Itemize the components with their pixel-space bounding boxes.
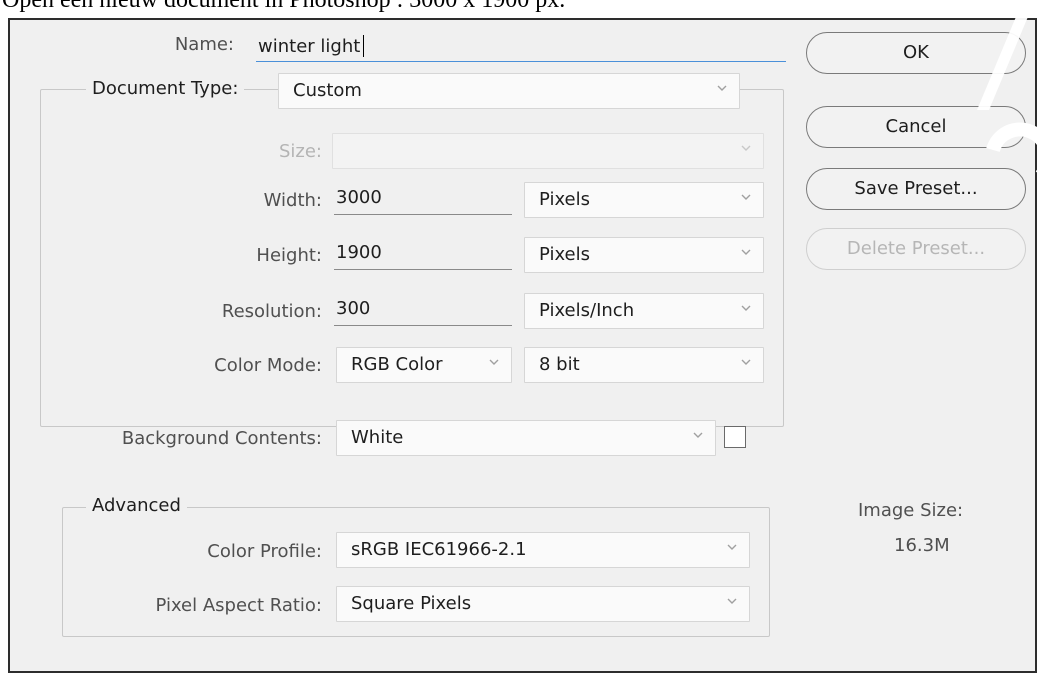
background-contents-label: Background Contents: xyxy=(121,428,322,449)
chevron-down-icon xyxy=(715,81,729,95)
chevron-down-icon xyxy=(739,355,753,369)
watermark-graphic xyxy=(953,0,1043,175)
width-unit-dropdown[interactable]: Pixels xyxy=(524,182,764,218)
name-label: Name: xyxy=(174,34,234,55)
chevron-down-icon xyxy=(487,355,501,369)
color-profile-value: sRGB IEC61966-2.1 xyxy=(351,539,527,560)
color-mode-label: Color Mode: xyxy=(214,355,322,376)
pixel-aspect-ratio-value: Square Pixels xyxy=(351,593,472,614)
resolution-label: Resolution: xyxy=(221,301,322,322)
size-dropdown[interactable] xyxy=(332,133,764,169)
height-unit-value: Pixels xyxy=(539,244,591,265)
width-unit-value: Pixels xyxy=(539,189,591,210)
chevron-down-icon xyxy=(725,540,739,554)
chevron-down-icon xyxy=(739,245,753,259)
text-caret xyxy=(363,35,364,57)
height-input[interactable]: 1900 xyxy=(334,238,512,270)
height-value: 1900 xyxy=(336,242,382,263)
background-contents-dropdown[interactable]: White xyxy=(336,420,716,456)
new-document-dialog: Name: Document Type: Custom Size: Width:… xyxy=(8,18,1037,673)
height-unit-dropdown[interactable]: Pixels xyxy=(524,237,764,273)
background-color-swatch[interactable] xyxy=(724,426,746,448)
chevron-down-icon xyxy=(725,594,739,608)
width-value: 3000 xyxy=(336,187,382,208)
image-size-value: 16.3M xyxy=(894,535,950,556)
height-label: Height: xyxy=(256,245,322,266)
name-input[interactable] xyxy=(256,32,786,62)
background-contents-value: White xyxy=(351,427,404,448)
chevron-down-icon xyxy=(739,301,753,315)
chevron-down-icon xyxy=(739,141,753,155)
color-profile-dropdown[interactable]: sRGB IEC61966-2.1 xyxy=(336,532,750,568)
chevron-down-icon xyxy=(691,428,705,442)
width-input[interactable]: 3000 xyxy=(334,183,512,215)
resolution-value: 300 xyxy=(336,298,371,319)
bit-depth-dropdown[interactable]: 8 bit xyxy=(524,347,764,383)
resolution-unit-value: Pixels/Inch xyxy=(539,300,635,321)
color-mode-dropdown[interactable]: RGB Color xyxy=(336,347,512,383)
color-mode-value: RGB Color xyxy=(351,354,443,375)
pixel-aspect-ratio-label: Pixel Aspect Ratio: xyxy=(155,595,323,616)
size-label: Size: xyxy=(278,141,322,162)
resolution-unit-dropdown[interactable]: Pixels/Inch xyxy=(524,293,764,329)
advanced-legend: Advanced xyxy=(86,495,187,516)
tutorial-caption: Open een nieuw document in Photoshop : 3… xyxy=(2,0,566,13)
document-type-legend: Document Type: xyxy=(86,78,245,99)
bit-depth-value: 8 bit xyxy=(539,354,580,375)
image-size-label: Image Size: xyxy=(858,500,964,521)
width-label: Width: xyxy=(263,190,322,211)
document-type-dropdown[interactable]: Custom xyxy=(278,73,740,109)
document-type-value: Custom xyxy=(293,80,362,101)
color-profile-label: Color Profile: xyxy=(207,541,322,562)
resolution-input[interactable]: 300 xyxy=(334,294,512,326)
chevron-down-icon xyxy=(739,190,753,204)
delete-preset-button: Delete Preset... xyxy=(806,228,1026,270)
pixel-aspect-ratio-dropdown[interactable]: Square Pixels xyxy=(336,586,750,622)
